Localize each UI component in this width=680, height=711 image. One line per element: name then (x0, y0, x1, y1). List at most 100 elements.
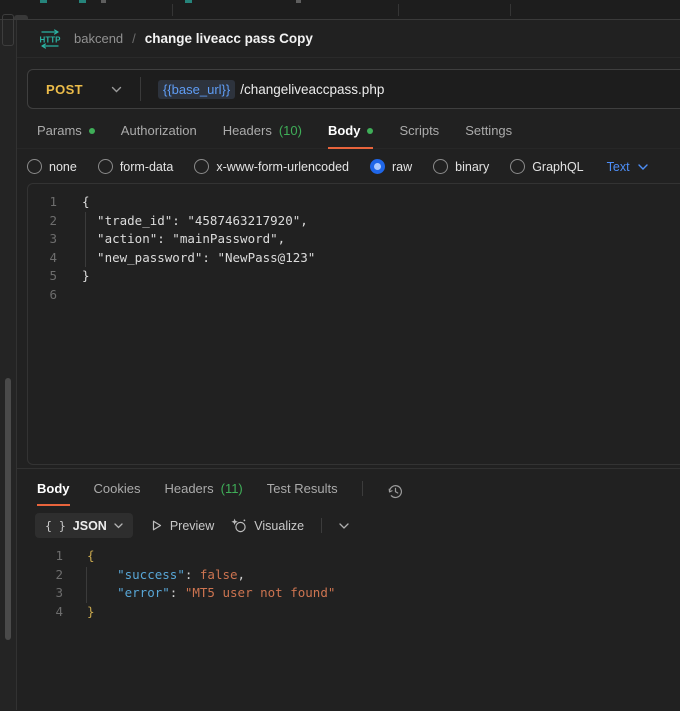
line-number: 3 (17, 584, 63, 603)
radio-label: x-www-form-urlencoded (216, 160, 349, 174)
top-tab-strip[interactable] (0, 0, 680, 20)
request-title[interactable]: change liveacc pass Copy (145, 31, 313, 46)
line-text: "success": false, (87, 566, 245, 585)
tab-label: Body (37, 481, 70, 496)
url-box: POST {{base_url}} /changeliveaccpass.php (27, 69, 680, 109)
tab-label: Body (328, 123, 361, 138)
body-type-options: none form-data x-www-form-urlencoded raw bin… (17, 149, 680, 183)
visualize-button[interactable]: Visualize (231, 518, 304, 533)
request-code-line: 6 (28, 286, 680, 305)
response-tab-body[interactable]: Body (37, 481, 70, 506)
body-type-binary[interactable]: binary (433, 159, 489, 174)
active-tab-sliver (14, 15, 28, 19)
response-tab-headers[interactable]: Headers (11) (164, 481, 242, 506)
response-tab-cookies[interactable]: Cookies (94, 481, 141, 506)
radio-icon (433, 159, 448, 174)
response-body-viewer: 1{2 "success": false,3 "error": "MT5 use… (17, 547, 680, 621)
radio-label: binary (455, 160, 489, 174)
request-panel: HTTP bakcend / change liveacc pass Copy … (17, 20, 680, 710)
toolbar-separator (321, 518, 322, 533)
tab-count-badge: (10) (279, 123, 302, 138)
response-tabs-separator (362, 481, 363, 496)
raw-language-label: Text (607, 160, 630, 174)
radio-icon (98, 159, 113, 174)
tab-label: Headers (164, 481, 213, 496)
tab-label: Params (37, 123, 82, 138)
raw-language-dropdown[interactable]: Text (607, 160, 648, 174)
preview-label: Preview (170, 519, 214, 533)
tab-label: Headers (223, 123, 272, 138)
request-tab-settings[interactable]: Settings (465, 123, 512, 149)
response-code-line: 1{ (17, 547, 680, 566)
breadcrumb: HTTP bakcend / change liveacc pass Copy (17, 20, 680, 58)
radio-label: form-data (120, 160, 174, 174)
response-code-line: 3 "error": "MT5 user not found" (17, 584, 680, 603)
request-tabs: Params Authorization Headers (10) Body Script… (17, 109, 680, 149)
response-code-line: 4} (17, 603, 680, 622)
tab-icon-fragment (40, 0, 47, 3)
radio-label: raw (392, 160, 412, 174)
tab-icon-fragment (185, 0, 192, 3)
body-type-graphql[interactable]: GraphQL (510, 159, 583, 174)
radio-icon (27, 159, 42, 174)
request-tab-scripts[interactable]: Scripts (399, 123, 439, 149)
indent-guide (85, 212, 86, 267)
request-tab-body[interactable]: Body (328, 123, 374, 149)
radio-icon (370, 159, 385, 174)
line-text: } (82, 267, 90, 286)
url-variable-chip[interactable]: {{base_url}} (158, 80, 235, 99)
breadcrumb-collection[interactable]: bakcend (74, 31, 123, 46)
tab-count-badge: (11) (221, 481, 243, 496)
chevron-down-icon (638, 164, 648, 170)
request-code-line: 4 "new_password": "NewPass@123" (28, 249, 680, 268)
body-type-x-www-form-urlencoded[interactable]: x-www-form-urlencoded (194, 159, 349, 174)
tab-label: Settings (465, 123, 512, 138)
chevron-down-icon (114, 523, 123, 529)
vertical-scrollbar-thumb[interactable] (5, 378, 11, 640)
history-icon[interactable] (387, 483, 404, 500)
request-code-line: 3 "action": "mainPassword", (28, 230, 680, 249)
chevron-down-icon[interactable] (111, 86, 122, 93)
response-code-line: 2 "success": false, (17, 566, 680, 585)
line-text: } (87, 603, 95, 622)
body-type-none[interactable]: none (27, 159, 77, 174)
line-number: 4 (17, 603, 63, 622)
green-dot-indicator (89, 128, 95, 134)
request-tab-headers[interactable]: Headers (10) (223, 123, 302, 149)
svg-text:HTTP: HTTP (40, 35, 62, 44)
response-body-lines: 1{2 "success": false,3 "error": "MT5 use… (17, 547, 680, 621)
line-number: 1 (17, 547, 63, 566)
visualize-icon (231, 518, 247, 533)
tab-separator (398, 4, 399, 16)
line-text: "trade_id": "4587463217920", (82, 212, 308, 231)
request-tab-authorization[interactable]: Authorization (121, 123, 197, 149)
app-window: HTTP bakcend / change liveacc pass Copy … (0, 20, 680, 710)
line-text: "action": "mainPassword", (82, 230, 285, 249)
line-text: { (82, 193, 90, 212)
response-tab-test-results[interactable]: Test Results (267, 481, 338, 506)
radio-label: none (49, 160, 77, 174)
request-tab-params[interactable]: Params (37, 123, 95, 149)
body-type-form-data[interactable]: form-data (98, 159, 174, 174)
request-body-lines: 1 {2 "trade_id": "4587463217920",3 "actio… (28, 193, 680, 304)
radio-label: GraphQL (532, 160, 583, 174)
request-body-editor[interactable]: 1 {2 "trade_id": "4587463217920",3 "actio… (27, 183, 680, 465)
more-options-chevron-icon[interactable] (339, 523, 349, 529)
url-input[interactable]: /changeliveaccpass.php (240, 82, 384, 97)
line-number: 1 (28, 193, 57, 212)
line-number: 6 (28, 286, 57, 305)
body-type-raw[interactable]: raw (370, 159, 412, 174)
line-number: 3 (28, 230, 57, 249)
method-selector[interactable]: POST (28, 82, 83, 97)
response-format-dropdown[interactable]: { } JSON (35, 513, 133, 538)
url-divider (140, 77, 141, 101)
response-format-label: JSON (73, 519, 107, 533)
radio-icon (194, 159, 209, 174)
indent-guide (86, 567, 87, 603)
preview-button[interactable]: Preview (150, 519, 214, 533)
tab-label: Scripts (399, 123, 439, 138)
rail-button-outline[interactable] (2, 14, 14, 46)
left-sidebar-rail (0, 20, 17, 710)
request-code-line: 2 "trade_id": "4587463217920", (28, 212, 680, 231)
tab-icon-fragment (79, 0, 86, 3)
